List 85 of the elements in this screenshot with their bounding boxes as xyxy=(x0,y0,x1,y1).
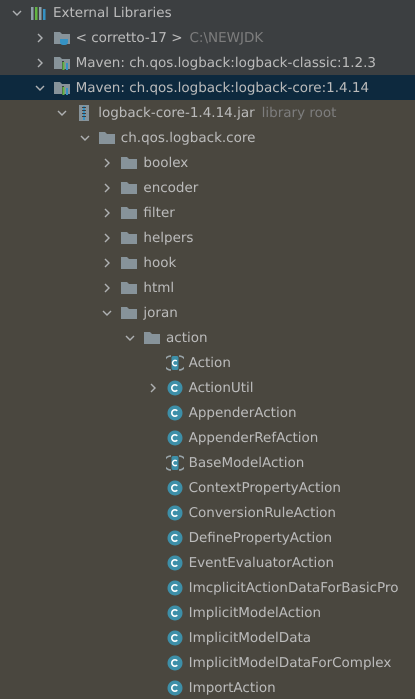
node-label: encoder xyxy=(143,180,198,196)
tree-row[interactable]: ContextPropertyAction xyxy=(0,475,415,500)
tree-row[interactable]: Maven: ch.qos.logback:logback-core:1.4.14 xyxy=(0,75,415,100)
library-icon xyxy=(30,4,48,20)
tree-row[interactable]: encoder xyxy=(0,175,415,200)
class-icon xyxy=(166,404,184,420)
node-label: ImportAction xyxy=(188,680,276,696)
tree-row[interactable]: Action xyxy=(0,350,415,375)
tree-row[interactable]: ConversionRuleAction xyxy=(0,500,415,525)
node-label: ch.qos.logback.core xyxy=(120,130,256,146)
tree-row[interactable]: action xyxy=(0,325,415,350)
node-label: hook xyxy=(143,254,176,270)
tree-row[interactable]: hook xyxy=(0,250,415,275)
node-label: ImplicitModelAction xyxy=(188,604,322,620)
class-icon xyxy=(166,504,184,520)
node-hint: library root xyxy=(262,104,336,120)
class-icon xyxy=(166,380,184,396)
node-label: html xyxy=(143,280,174,296)
class-icon xyxy=(166,604,184,620)
tree-row[interactable]: < corretto-17 > C:\NEWJDK xyxy=(0,25,415,50)
tree-row[interactable]: Maven: ch.qos.logback:logback-classic:1.2.3 xyxy=(0,50,415,75)
folder-cup-icon xyxy=(52,30,71,46)
class-icon xyxy=(166,480,184,496)
tree-row[interactable]: AppenderRefAction xyxy=(0,425,415,450)
folder-icon xyxy=(120,230,138,246)
folder-icon xyxy=(120,254,138,270)
tree-row[interactable]: ImcplicitActionDataForBasicPro xyxy=(0,575,415,600)
tree-row[interactable]: helpers xyxy=(0,225,415,250)
node-label: ImplicitModelDataForComplex xyxy=(188,654,392,670)
node-label: Action xyxy=(188,354,231,370)
abstract-class-icon xyxy=(166,454,184,470)
node-label: DefinePropertyAction xyxy=(188,530,332,546)
folder-icon xyxy=(120,154,138,170)
node-label: ContextPropertyAction xyxy=(188,480,341,496)
node-label: ConversionRuleAction xyxy=(188,504,336,520)
node-label: ImcplicitActionDataForBasicPro xyxy=(188,580,398,596)
library-folder-icon xyxy=(52,80,71,96)
tree-row[interactable]: ch.qos.logback.core xyxy=(0,125,415,150)
class-icon xyxy=(166,654,184,670)
abstract-class-icon xyxy=(166,354,184,370)
tree-row[interactable]: External Libraries xyxy=(0,0,415,25)
tree-row[interactable]: boolex xyxy=(0,150,415,175)
node-label: ActionUtil xyxy=(188,380,254,396)
class-icon xyxy=(166,680,184,696)
library-folder-icon xyxy=(52,54,71,70)
folder-icon xyxy=(120,304,138,320)
tree-row[interactable]: ActionUtil xyxy=(0,375,415,400)
node-label: Maven: ch.qos.logback:logback-classic:1.2.3 xyxy=(76,54,376,70)
tree-row[interactable]: BaseModelAction xyxy=(0,450,415,475)
folder-icon xyxy=(120,204,138,220)
node-label: AppenderRefAction xyxy=(188,430,318,446)
tree-row[interactable]: ImplicitModelAction xyxy=(0,600,415,625)
tree-row[interactable]: DefinePropertyAction xyxy=(0,525,415,550)
tree-row[interactable]: ImplicitModelDataForComplex xyxy=(0,650,415,675)
node-hint: C:\NEWJDK xyxy=(190,30,264,46)
folder-icon xyxy=(120,180,138,196)
tree-row[interactable]: filter xyxy=(0,200,415,225)
class-icon xyxy=(166,430,184,446)
tree-row[interactable]: html xyxy=(0,275,415,300)
node-label: action xyxy=(166,330,208,346)
class-icon xyxy=(166,580,184,596)
class-icon xyxy=(166,530,184,546)
node-label: < corretto-17 > xyxy=(76,30,182,46)
node-label: helpers xyxy=(143,230,194,246)
node-label: BaseModelAction xyxy=(188,454,304,470)
folder-icon xyxy=(120,280,138,296)
tree-row[interactable]: AppenderAction xyxy=(0,400,415,425)
folder-icon xyxy=(143,330,161,346)
node-label: ImplicitModelData xyxy=(188,630,312,646)
node-label: logback-core-1.4.14.jar xyxy=(98,104,255,120)
node-label: AppenderAction xyxy=(188,404,297,420)
class-icon xyxy=(166,630,184,646)
node-label: External Libraries xyxy=(53,4,172,20)
node-label: joran xyxy=(143,304,178,320)
tree-row[interactable]: ImportAction xyxy=(0,675,415,699)
folder-icon xyxy=(98,130,116,146)
tree-row[interactable]: joran xyxy=(0,300,415,325)
tree-row[interactable]: ImplicitModelData xyxy=(0,625,415,650)
node-label: boolex xyxy=(143,154,188,170)
node-label: filter xyxy=(143,204,175,220)
node-label: EventEvaluatorAction xyxy=(188,554,334,570)
tree-row[interactable]: logback-core-1.4.14.jar library root xyxy=(0,100,415,125)
node-label: Maven: ch.qos.logback:logback-core:1.4.14 xyxy=(76,80,370,96)
class-icon xyxy=(166,554,184,570)
tree-row[interactable]: EventEvaluatorAction xyxy=(0,550,415,575)
